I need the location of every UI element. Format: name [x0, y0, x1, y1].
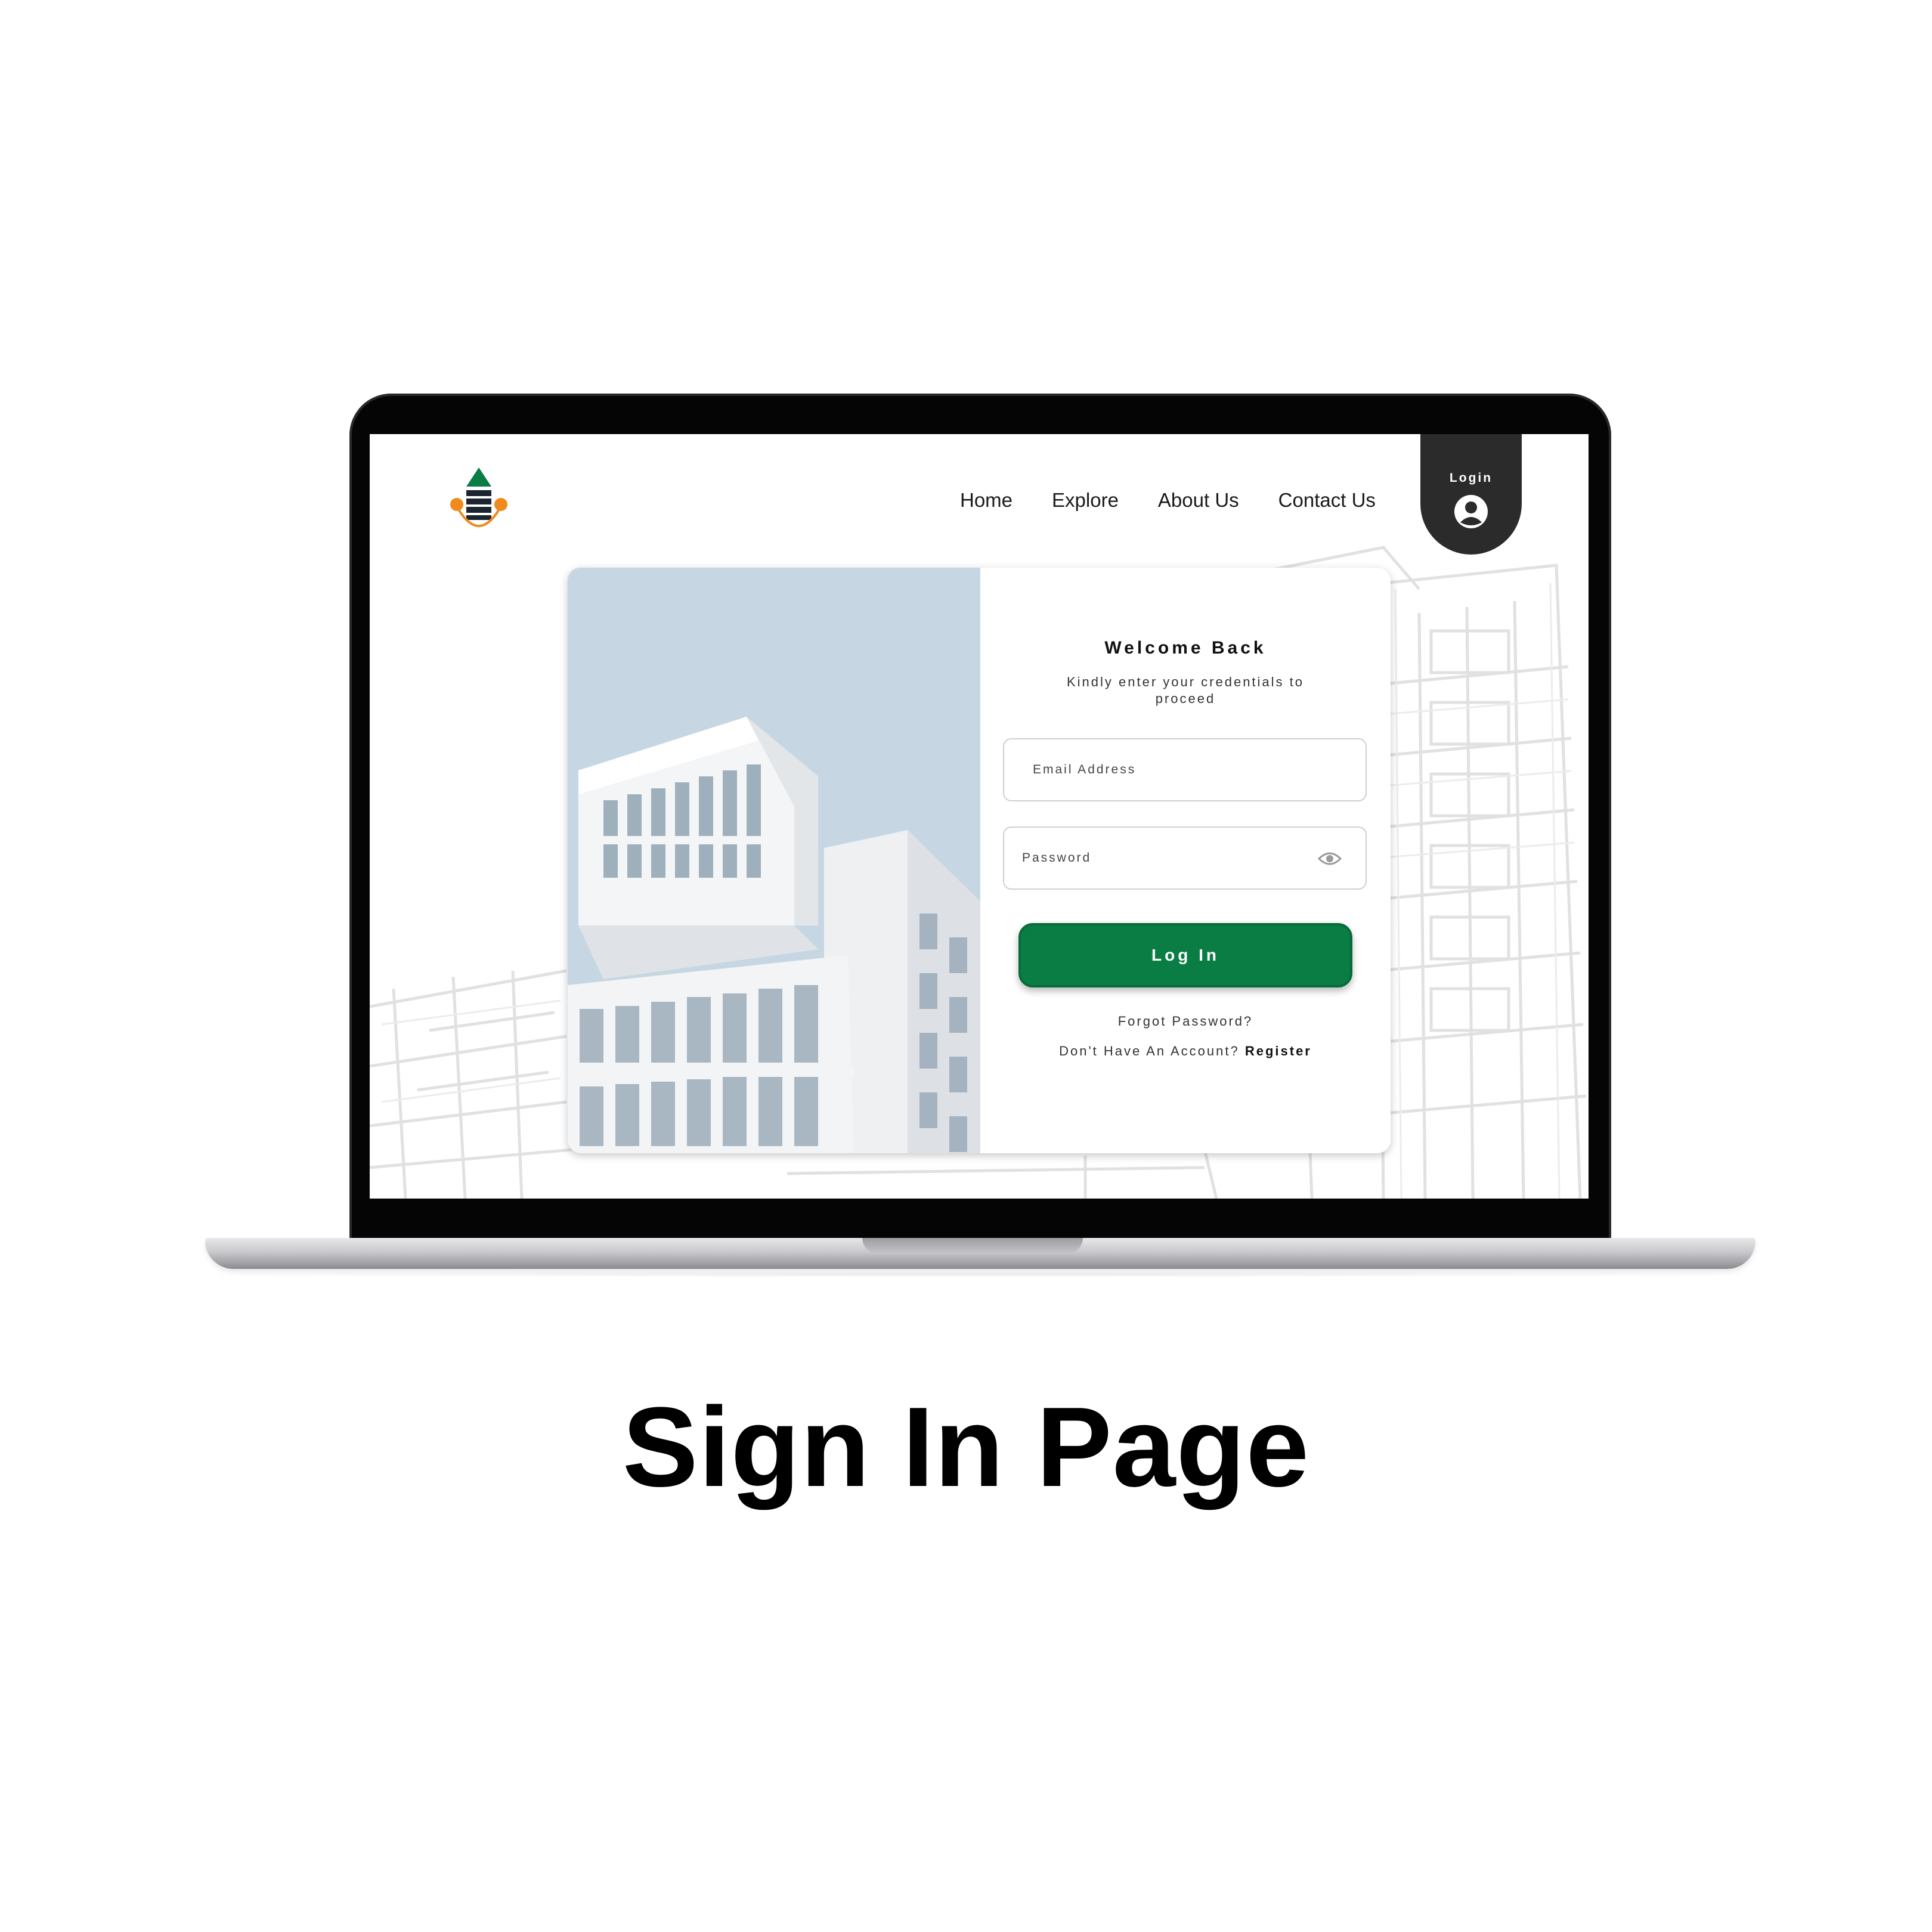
login-form: Welcome Back Kindly enter your credentia…: [980, 568, 1391, 1153]
log-in-button[interactable]: Log In: [1018, 923, 1352, 987]
email-field-wrapper: [1003, 738, 1367, 801]
register-link[interactable]: Register: [1245, 1044, 1312, 1058]
laptop-shadow: [131, 1271, 1825, 1277]
forgot-password-link[interactable]: Forgot Password?: [980, 1014, 1391, 1029]
form-title: Welcome Back: [1104, 638, 1267, 658]
nav-contact-us[interactable]: Contact Us: [1278, 489, 1376, 512]
login-tab-button[interactable]: Login: [1420, 434, 1522, 555]
password-field[interactable]: [1004, 828, 1366, 888]
form-subtitle: Kindly enter your credentials to proceed: [1066, 674, 1305, 706]
nav-home[interactable]: Home: [960, 489, 1013, 512]
building-photo: [568, 568, 980, 1153]
login-tab-label: Login: [1449, 471, 1493, 485]
page-caption: Sign In Page: [622, 1384, 1310, 1510]
register-prompt: Don't Have An Account? Register: [980, 1044, 1391, 1059]
email-field[interactable]: [1004, 739, 1366, 800]
login-card: Welcome Back Kindly enter your credentia…: [568, 568, 1391, 1153]
no-account-text: Don't Have An Account?: [1059, 1044, 1240, 1058]
user-circle-icon: [1454, 495, 1488, 528]
laptop-screen: Home Explore About Us Contact Us Login W…: [370, 434, 1589, 1199]
laptop-notch: [862, 1238, 1083, 1253]
nav-about-us[interactable]: About Us: [1158, 489, 1239, 512]
eye-icon[interactable]: [1318, 850, 1342, 867]
nav-explore[interactable]: Explore: [1052, 489, 1119, 512]
main-nav: Home Explore About Us Contact Us: [960, 489, 1376, 512]
password-field-wrapper: [1003, 826, 1367, 890]
mockup-stage: Home Explore About Us Contact Us Login W…: [0, 0, 1932, 1932]
company-logo[interactable]: [446, 464, 512, 541]
